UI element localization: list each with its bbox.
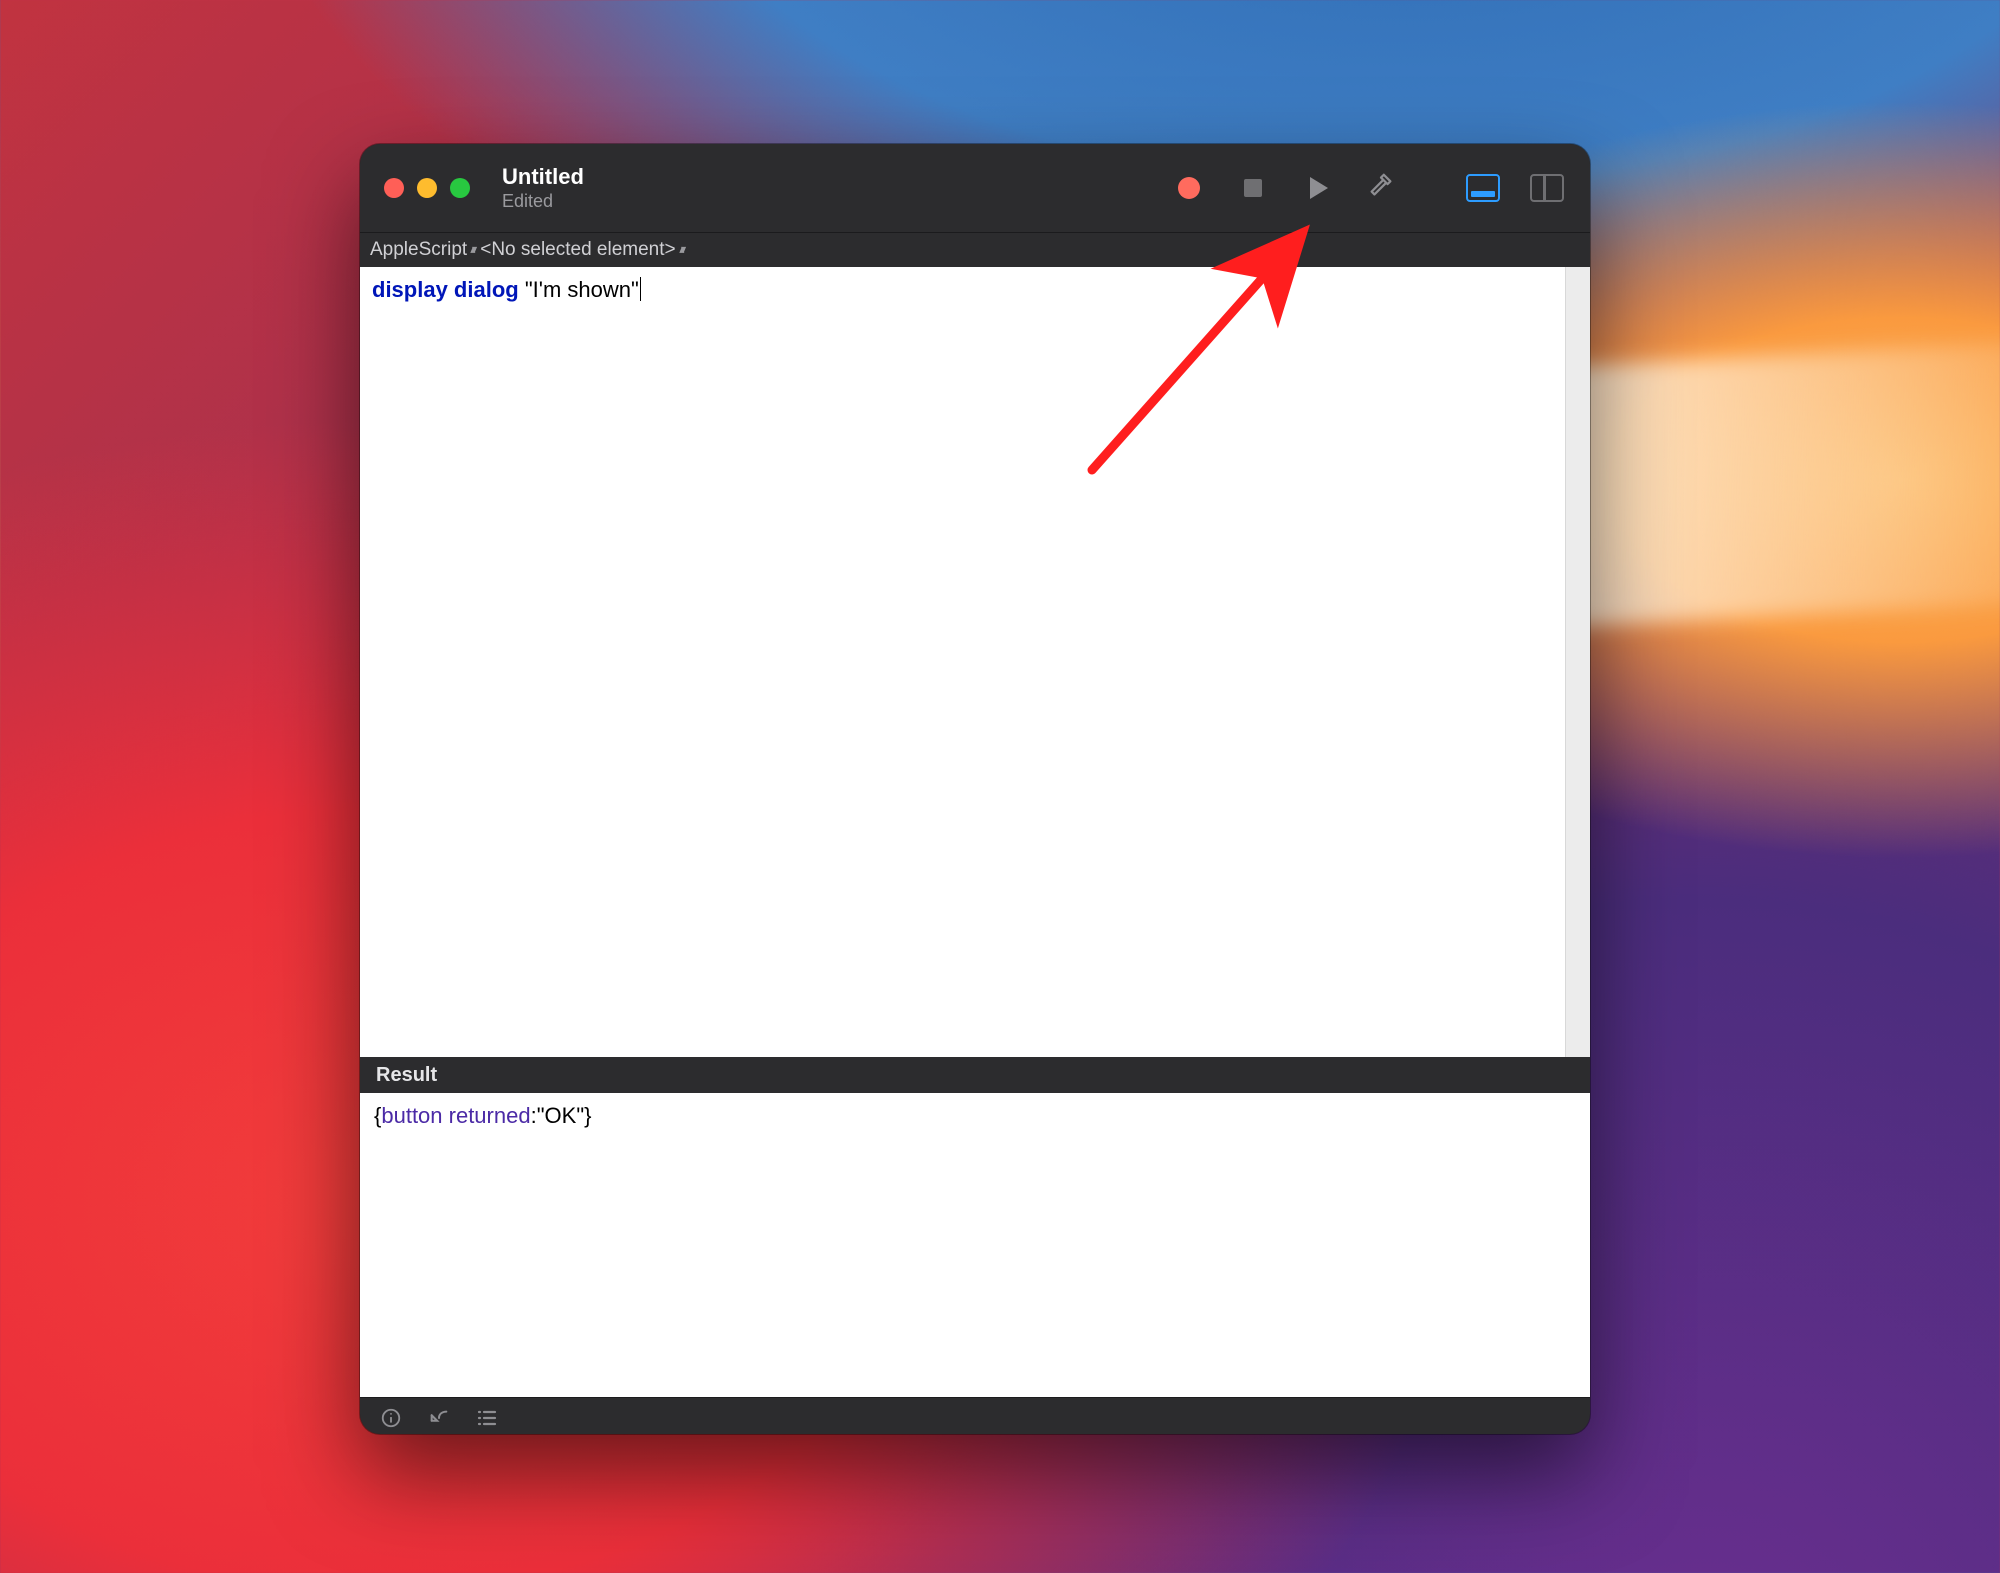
close-window-button[interactable] <box>384 178 404 198</box>
vertical-scrollbar[interactable] <box>1565 267 1590 1057</box>
result-brace-close: } <box>584 1103 591 1128</box>
right-sidebar-toggle-icon <box>1530 174 1564 202</box>
script-editor-window: Untitled Edited <box>360 144 1590 1434</box>
document-title: Untitled <box>502 164 584 189</box>
result-header-label: Result <box>376 1064 437 1087</box>
code-string: "I'm shown" <box>525 277 639 302</box>
record-icon <box>1178 177 1200 199</box>
description-view-button[interactable] <box>378 1405 404 1431</box>
titlebar[interactable]: Untitled Edited <box>360 144 1590 232</box>
title-block: Untitled Edited <box>502 164 584 212</box>
log-view-button[interactable] <box>474 1405 500 1431</box>
language-label: AppleScript <box>370 239 467 261</box>
right-sidebar-toggle-button[interactable] <box>1524 165 1570 211</box>
stop-button[interactable] <box>1230 165 1276 211</box>
navigation-bar: AppleScript ▴▾ <No selected element> ▴▾ <box>360 232 1590 267</box>
zoom-window-button[interactable] <box>450 178 470 198</box>
play-icon <box>1310 177 1328 199</box>
bottom-panel-toggle-button[interactable] <box>1460 165 1506 211</box>
element-selector[interactable]: <No selected element> ▴▾ <box>480 239 682 261</box>
minimize-window-button[interactable] <box>417 178 437 198</box>
updown-icon: ▴▾ <box>470 242 473 256</box>
result-header: Result <box>360 1057 1590 1093</box>
compile-button[interactable] <box>1358 165 1404 211</box>
result-value: "OK" <box>537 1103 584 1128</box>
script-editor-area[interactable]: display dialog "I'm shown" <box>360 267 1590 1057</box>
record-button[interactable] <box>1166 165 1212 211</box>
result-view-button[interactable] <box>426 1405 452 1431</box>
bottom-panel-toggle-icon <box>1466 174 1500 202</box>
window-controls <box>384 178 470 198</box>
status-bar <box>360 1397 1590 1434</box>
element-label: <No selected element> <box>480 239 675 261</box>
hammer-icon <box>1366 171 1396 206</box>
document-status: Edited <box>502 191 584 212</box>
run-button[interactable] <box>1294 165 1340 211</box>
result-key: button returned <box>381 1103 530 1128</box>
result-area[interactable]: {button returned:"OK"} <box>360 1093 1590 1397</box>
stop-icon <box>1244 179 1262 197</box>
updown-icon: ▴▾ <box>679 242 682 256</box>
code-keyword: display dialog <box>372 277 519 302</box>
text-caret <box>640 277 641 301</box>
language-selector[interactable]: AppleScript ▴▾ <box>370 239 474 261</box>
